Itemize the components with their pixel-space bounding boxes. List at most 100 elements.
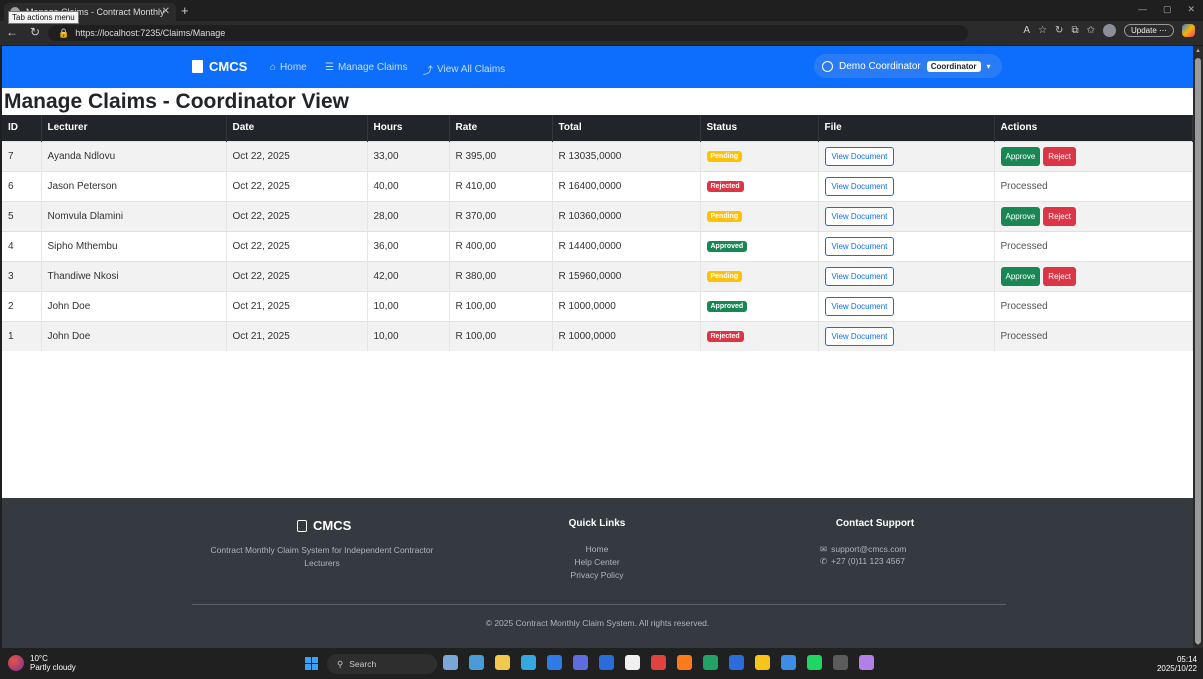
taskbar-app-icon[interactable]	[729, 655, 744, 670]
taskbar-app-icon[interactable]	[807, 655, 822, 670]
favorite-star-icon[interactable]: ☆	[1038, 25, 1047, 36]
cell-hours: 10,00	[367, 320, 450, 351]
cell-total: R 1000,0000	[552, 290, 701, 321]
scroll-down-icon[interactable]: ▼	[1195, 641, 1201, 647]
document-icon	[297, 519, 307, 532]
contact-title: Contact Support	[835, 518, 915, 529]
copilot-icon[interactable]	[1182, 24, 1195, 37]
taskbar-app-icon[interactable]	[755, 655, 770, 670]
document-icon	[192, 60, 203, 73]
system-clock[interactable]: 05:14 2025/10/22	[1157, 655, 1197, 673]
phone-icon: ✆	[820, 556, 828, 566]
footer-link-home[interactable]: Home	[542, 543, 652, 556]
reject-button[interactable]: Reject	[1043, 206, 1076, 226]
view-document-button[interactable]: View Document	[824, 206, 895, 226]
cell-total: R 10360,0000	[552, 200, 701, 231]
taskbar-app-icon[interactable]	[625, 655, 640, 670]
approve-button[interactable]: Approve	[1000, 206, 1041, 226]
view-document-button[interactable]: View Document	[824, 266, 895, 286]
cell-id: 3	[2, 260, 42, 291]
nav-link-manage-claims[interactable]: ☰ Manage Claims	[325, 62, 407, 73]
approve-button[interactable]: Approve	[1000, 146, 1041, 166]
chevron-down-icon: ▾	[986, 61, 991, 71]
windows-start-icon[interactable]	[305, 657, 318, 670]
taskbar-app-icon[interactable]	[651, 655, 666, 670]
weather-widget[interactable]: 10°C Partly cloudy	[8, 654, 76, 672]
close-window-icon[interactable]: ✕	[1187, 4, 1195, 15]
refresh-icon[interactable]: ↻	[30, 25, 40, 39]
taskbar-app-icon[interactable]	[677, 655, 692, 670]
processed-label: Processed	[1000, 330, 1048, 342]
status-badge: Approved	[706, 241, 748, 252]
taskbar-app-icon[interactable]	[469, 655, 484, 670]
view-document-button[interactable]: View Document	[824, 146, 895, 166]
nav-link-home[interactable]: ⌂ Home	[270, 62, 307, 73]
view-document-button[interactable]: View Document	[824, 236, 895, 256]
cell-actions: Approve Reject	[994, 200, 1193, 231]
taskbar-app-icon[interactable]	[833, 655, 848, 670]
cell-id: 5	[2, 200, 42, 231]
profile-avatar[interactable]	[1102, 24, 1116, 37]
clock-date: 2025/10/22	[1156, 664, 1197, 673]
window-controls: — ▢ ✕	[1138, 4, 1195, 15]
table-row: 7 Ayanda Ndlovu Oct 22, 2025 33,00 R 395,00 R…	[2, 140, 1193, 171]
taskbar-app-icon[interactable]	[443, 655, 458, 670]
tab-actions-tooltip: Tab actions menu	[8, 11, 79, 24]
footer-link-help-center[interactable]: Help Center	[542, 556, 652, 569]
weather-condition: Partly cloudy	[30, 663, 76, 672]
taskbar-app-icon[interactable]	[599, 655, 614, 670]
cell-lecturer: John Doe	[41, 320, 227, 351]
contact-email: ✉ support@cmcs.com	[820, 543, 930, 555]
favorites-icon[interactable]: ✩	[1087, 25, 1095, 36]
claims-table: ID Lecturer Date Hours Rate Total Status…	[2, 115, 1193, 351]
nav-link-view-all-claims[interactable]: ⤴ View All Claims	[423, 62, 505, 77]
footer-copyright: © 2025 Contract Monthly Claim System. Al…	[485, 618, 710, 628]
taskbar-apps	[443, 655, 874, 670]
lock-icon[interactable]: 🔒	[58, 28, 69, 39]
view-document-button[interactable]: View Document	[824, 176, 895, 196]
taskbar-app-icon[interactable]	[521, 655, 536, 670]
taskbar-app-icon[interactable]	[547, 655, 562, 670]
cell-total: R 13035,0000	[552, 140, 701, 171]
new-tab-icon[interactable]: +	[181, 3, 189, 18]
navbar-brand[interactable]: CMCS	[192, 59, 247, 74]
extensions-icon[interactable]: ⧉	[1071, 25, 1078, 36]
column-header: Date	[226, 115, 368, 141]
view-document-button[interactable]: View Document	[824, 296, 895, 316]
cell-file: View Document	[818, 230, 995, 261]
chart-icon: ⤴	[423, 66, 433, 77]
taskbar-app-icon[interactable]	[495, 655, 510, 670]
cell-date: Oct 21, 2025	[226, 320, 368, 351]
footer-link-privacy-policy[interactable]: Privacy Policy	[542, 569, 652, 582]
footer-divider	[192, 604, 1006, 605]
cell-date: Oct 21, 2025	[226, 290, 368, 321]
update-button[interactable]: Update ⋯	[1123, 24, 1174, 37]
taskbar-app-icon[interactable]	[573, 655, 588, 670]
reject-button[interactable]: Reject	[1043, 146, 1076, 166]
claims-table-body: 7 Ayanda Ndlovu Oct 22, 2025 33,00 R 395,00 R…	[2, 140, 1193, 351]
view-document-button[interactable]: View Document	[824, 326, 895, 346]
cell-lecturer: Ayanda Ndlovu	[41, 140, 227, 171]
reject-button[interactable]: Reject	[1043, 266, 1076, 286]
page-footer: CMCS Contract Monthly Claim System for I…	[2, 498, 1193, 648]
taskbar-app-icon[interactable]	[703, 655, 718, 670]
refresh-sync-icon[interactable]: ↻	[1055, 25, 1063, 36]
maximize-icon[interactable]: ▢	[1163, 4, 1172, 15]
taskbar-app-icon[interactable]	[859, 655, 874, 670]
scroll-up-icon[interactable]: ▲	[1195, 48, 1201, 54]
page-scrollbar[interactable]: ▲ ▼	[1193, 46, 1203, 648]
address-bar[interactable]: 🔒 https://localhost:7235/Claims/Manage	[48, 25, 968, 41]
read-aloud-icon[interactable]: A	[1023, 25, 1030, 36]
cell-status: Rejected	[700, 320, 819, 351]
taskbar-search[interactable]: ⚲ Search	[327, 654, 437, 674]
approve-button[interactable]: Approve	[1000, 266, 1041, 286]
user-menu-dropdown[interactable]: Demo Coordinator Coordinator ▾	[814, 54, 1002, 78]
back-arrow-icon[interactable]: ←	[6, 25, 18, 39]
tab-close-icon[interactable]: ✕	[162, 6, 170, 17]
cell-date: Oct 22, 2025	[226, 170, 368, 201]
minimize-icon[interactable]: —	[1138, 4, 1147, 15]
cell-status: Rejected	[700, 170, 819, 201]
scrollbar-thumb[interactable]	[1195, 58, 1201, 644]
taskbar-app-icon[interactable]	[781, 655, 796, 670]
weather-icon	[8, 655, 24, 671]
